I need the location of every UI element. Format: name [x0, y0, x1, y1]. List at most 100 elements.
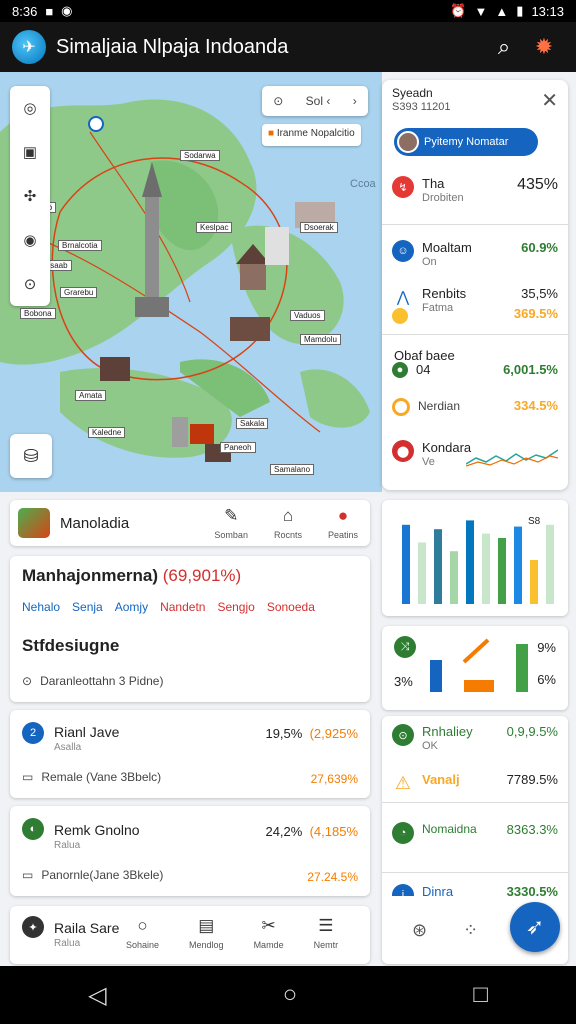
map-label[interactable]: Dsoerak	[300, 222, 338, 233]
link[interactable]: Sengjo	[217, 600, 254, 614]
close-icon[interactable]: ✕	[541, 88, 558, 113]
drop-icon: ⛁	[23, 445, 39, 466]
dots-icon[interactable]: ⁘	[463, 920, 478, 941]
pin-icon: ●	[337, 506, 349, 525]
link[interactable]: Sonoeda	[267, 600, 315, 614]
row-value: 3330.5%	[506, 884, 558, 896]
settings-icon[interactable]: ✹	[524, 34, 564, 60]
locate-icon[interactable]: ⊙	[24, 275, 37, 293]
stats-row[interactable]: ⊙ Rnhaliey OK 0,9,9.5%	[392, 724, 558, 754]
compass-icon[interactable]: ◎	[23, 99, 36, 117]
side-row[interactable]: ☺ Moaltam On 60.9%	[392, 240, 558, 270]
map-label[interactable]: Brnalcotia	[58, 240, 102, 251]
recents-icon[interactable]: □	[473, 981, 488, 1009]
stat-card[interactable]: ◐ Remk Gnolno Ralua 24,2% (4,185% ▭ Panor…	[10, 806, 370, 896]
mini-bottom-value: 6%	[537, 672, 556, 687]
map-info-label[interactable]: ■ Iranme Nopalcitio	[262, 124, 361, 146]
map-label[interactable]: Samalano	[270, 464, 315, 475]
map-label[interactable]: Kaledne	[88, 427, 126, 438]
divider	[382, 224, 568, 225]
side-row[interactable]: ↯ Tha Drobiten 435%	[392, 176, 558, 206]
navigate-fab-button[interactable]: ➶	[510, 902, 560, 952]
navigate-icon[interactable]: ✣	[24, 187, 37, 205]
stat-name: Rianl Jave	[54, 724, 120, 740]
map-label[interactable]: Paneoh	[220, 442, 256, 453]
side-row[interactable]: ⬤ Kondara Ve	[392, 440, 558, 470]
map-label[interactable]: Keslpac	[196, 222, 233, 233]
map-label[interactable]: Sakala	[236, 418, 269, 429]
map-label[interactable]: Grarebu	[60, 287, 98, 298]
row-value: 60.9%	[521, 240, 558, 255]
tab-mendlog[interactable]: ▤ Mendlog	[189, 916, 224, 950]
stat-row-value: 27.24.5%	[307, 870, 358, 884]
place-actions: ✎ Somban ⌂ Rocnts ● Peatins	[214, 506, 358, 540]
side-row[interactable]: Nerdian 334.5%	[392, 398, 558, 416]
eye-icon[interactable]: ◉	[23, 231, 36, 249]
stats-row[interactable]: ◔ Nomaidna 8363.3%	[392, 822, 558, 844]
link[interactable]: Senja	[72, 600, 103, 614]
map-search[interactable]: ⊙ Sol ‹ ›	[262, 86, 368, 116]
map-label[interactable]: Amata	[75, 390, 107, 401]
app-logo-icon: ✈	[12, 30, 46, 64]
location-pin-icon: ⬤	[392, 440, 414, 462]
bar	[514, 526, 522, 604]
link[interactable]: Aomjy	[115, 600, 148, 614]
side-row[interactable]: 369.5%	[392, 306, 558, 324]
summary-row-text: Daranleottahn 3 Pidne)	[40, 674, 164, 688]
row-sub: OK	[422, 740, 438, 752]
search-icon[interactable]: ⌕	[484, 34, 524, 60]
back-icon[interactable]: ◁	[88, 981, 106, 1010]
link[interactable]: Nandetn	[160, 600, 205, 614]
stat-row: ▭ Remale (Vane 3Bbelc)	[22, 770, 161, 784]
bottom-card-name: Raila Sare	[54, 920, 120, 936]
summary-title-value: (69,901%)	[162, 566, 242, 585]
tools-icon: ✂	[261, 916, 276, 935]
row-value: 7789.5%	[506, 772, 558, 787]
avatar	[397, 131, 419, 153]
map-label[interactable]: Bobona	[20, 308, 56, 319]
stat-row-value: 27,639%	[310, 772, 358, 786]
map-label[interactable]: Vaduos	[290, 310, 325, 321]
layers-icon[interactable]: ▣	[23, 143, 37, 161]
action-edit-button[interactable]: ✎ Somban	[214, 506, 248, 540]
action-label: Rocnts	[273, 530, 302, 540]
side-row[interactable]: ● 04 6,001.5%	[392, 362, 558, 378]
action-share-button[interactable]: ⌂ Rocnts	[274, 506, 302, 540]
stats-row[interactable]: i Dinra 3330.5%	[392, 884, 558, 896]
summary-row[interactable]: ⊙ Daranleottahn 3 Pidne)	[22, 674, 163, 688]
tab-label: Nemtr	[313, 940, 339, 950]
stat-values: 19,5% (2,925%	[265, 726, 358, 741]
stat-value: 19,5%	[265, 726, 303, 741]
chevron-right-icon[interactable]: ›	[353, 94, 357, 108]
place-card[interactable]: Manoladia ✎ Somban ⌂ Rocnts ● Peatins	[10, 500, 370, 546]
row-name: 04	[416, 362, 431, 377]
navigate-icon: ➶	[525, 914, 545, 939]
tab-mamde[interactable]: ✂ Mamde	[254, 916, 284, 950]
map-style-button[interactable]: ⛁	[10, 434, 52, 478]
tools-icon[interactable]: ⊛	[412, 920, 427, 941]
clock-right: 13:13	[531, 3, 564, 19]
stat-value: 24,2%	[265, 824, 303, 839]
app-title: Simaljaia Nlpaja Indoanda	[56, 35, 289, 58]
home-icon[interactable]: ○	[283, 981, 298, 1009]
stat-card[interactable]: 2 Rianl Jave Asalla 19,5% (2,925% ▭ Remal…	[10, 710, 370, 798]
link[interactable]: Nehalo	[22, 600, 60, 614]
profile-pill[interactable]: Pyitemy Nomatar	[394, 128, 538, 156]
tab-nemtr[interactable]: ☰ Nemtr	[314, 916, 339, 950]
row-name: Nerdian	[418, 399, 461, 413]
bar	[402, 524, 410, 604]
side-section-title: Obaf baee	[394, 348, 455, 363]
tab-sohaine[interactable]: ○ Sohaine	[126, 916, 159, 950]
bar-chart-label: S8	[528, 516, 541, 527]
row-name: Dinra	[422, 884, 454, 896]
stat-sub: Asalla	[54, 742, 82, 753]
action-pin-button[interactable]: ● Peatins	[328, 506, 358, 540]
stat-icon: 2	[22, 722, 44, 744]
row-name: Moaltam	[422, 240, 472, 255]
stats-row[interactable]: ⚠ Vanalj 7789.5%	[392, 772, 558, 794]
map-view[interactable]: Aaroetb Brnalcotia Nosaab Sodarwa Keslpa…	[0, 72, 382, 492]
map-label[interactable]: Sodarwa	[180, 150, 220, 161]
side-title: Syeadn	[392, 86, 433, 100]
map-label[interactable]: Mamdolu	[300, 334, 341, 345]
stat-sub: Ralua	[54, 840, 81, 851]
